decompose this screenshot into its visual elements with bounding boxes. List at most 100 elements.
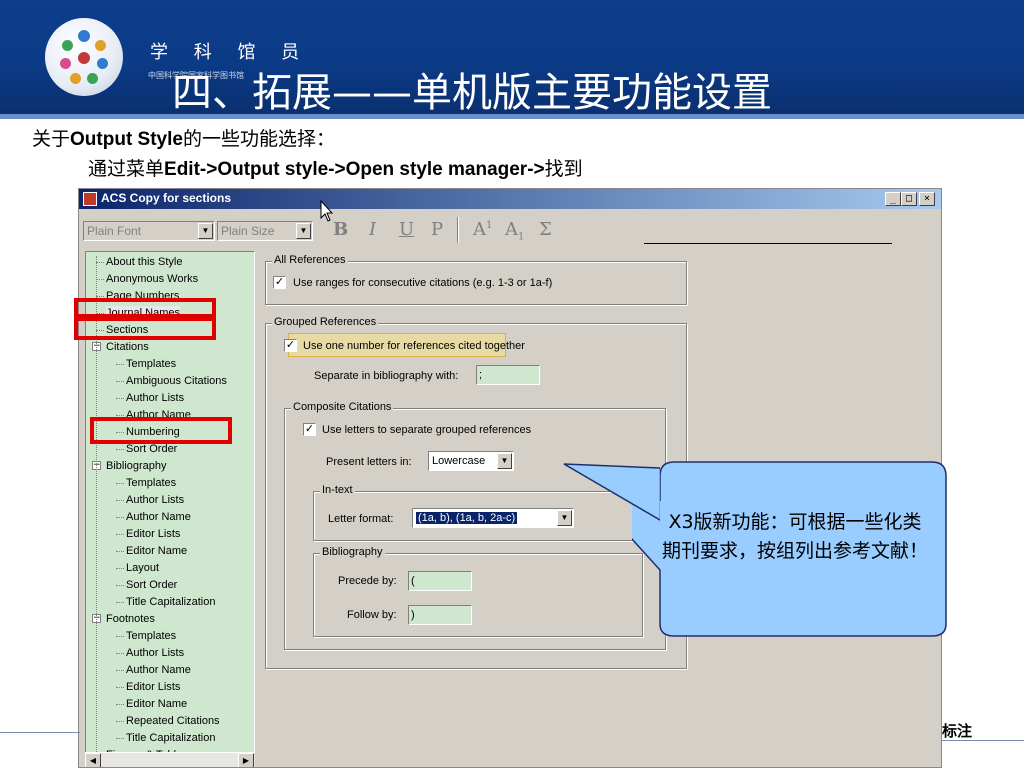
header-stripe — [0, 114, 1024, 119]
italic-button[interactable]: I — [369, 219, 376, 240]
tree-item[interactable]: Editor Name — [126, 697, 187, 711]
mouse-cursor-icon — [320, 200, 334, 222]
tree-item[interactable]: Author Lists — [126, 391, 184, 405]
intro-line2-suffix: 找到 — [544, 158, 583, 180]
tree-connector — [116, 551, 124, 552]
tree-connector — [116, 449, 124, 450]
separate-field[interactable]: ; — [476, 365, 540, 385]
minimize-button[interactable]: _ — [885, 192, 901, 206]
tree-item[interactable]: Editor Lists — [126, 680, 180, 694]
format-toolbar: Plain Font ▼ Plain Size ▼ B I U P A1 A1 … — [79, 211, 941, 245]
tree-item[interactable]: Author Name — [126, 663, 191, 677]
tree-item[interactable]: Editor Lists — [126, 527, 180, 541]
tree-connector — [116, 721, 124, 722]
tree-item[interactable]: Title Capitalization — [126, 731, 215, 745]
subscript-mark: 1 — [518, 231, 525, 243]
tree-connector — [116, 585, 124, 586]
chevron-down-icon[interactable]: ▼ — [497, 453, 512, 469]
letters-label: Use letters to separate grouped referenc… — [322, 424, 532, 436]
tree-item[interactable]: About this Style — [106, 255, 182, 269]
footer-line-left — [0, 732, 80, 733]
precede-field[interactable]: ( — [408, 571, 472, 591]
size-combo[interactable]: Plain Size ▼ — [217, 221, 313, 241]
tree-connector — [116, 517, 124, 518]
bibliography-affix-group: Bibliography Precede by: ( Follow by: ) — [313, 546, 643, 637]
present-letters-value: Lowercase — [432, 455, 486, 467]
tree-horizontal-scrollbar[interactable]: ◀ ▶ — [85, 752, 255, 767]
ranges-label: Use ranges for consecutive citations (e.… — [293, 277, 553, 289]
precede-label: Precede by: — [338, 575, 397, 587]
tree-item[interactable]: Sort Order — [126, 578, 177, 592]
footer-text: 标注 — [942, 722, 973, 740]
follow-label: Follow by: — [347, 609, 397, 621]
intro-line2-prefix: 通过菜单 — [88, 158, 165, 180]
tree-connector — [116, 670, 124, 671]
ranges-checkbox[interactable]: ✓ — [273, 276, 286, 289]
tree-item[interactable]: Citations — [106, 340, 149, 354]
scroll-right-icon[interactable]: ▶ — [238, 753, 254, 767]
follow-field[interactable]: ) — [408, 605, 472, 625]
window-title: ACS Copy for sections — [101, 191, 232, 205]
present-letters-label: Present letters in: — [326, 456, 412, 468]
maximize-button[interactable]: □ — [901, 192, 917, 206]
tree-item[interactable]: Footnotes — [106, 612, 155, 626]
symbol-button[interactable]: Σ — [539, 219, 552, 240]
tree-connector — [116, 602, 124, 603]
letter-format-dropdown[interactable]: (1a, b), (1a, b, 2a-c) ▼ — [412, 508, 574, 528]
tree-item[interactable]: Editor Name — [126, 544, 187, 558]
tree-connector — [116, 738, 124, 739]
superscript-button[interactable]: A1 — [473, 219, 492, 240]
tree-connector — [116, 415, 124, 416]
one-number-label: Use one number for references cited toge… — [303, 340, 525, 352]
tree-item[interactable]: Repeated Citations — [126, 714, 220, 728]
tree-item[interactable]: Author Name — [126, 510, 191, 524]
close-button[interactable]: × — [919, 192, 935, 206]
font-combo[interactable]: Plain Font ▼ — [83, 221, 215, 241]
tree-item[interactable]: Templates — [126, 476, 176, 490]
tree-item[interactable]: Templates — [126, 629, 176, 643]
tree-item[interactable]: Layout — [126, 561, 159, 575]
tree-connector — [116, 398, 124, 399]
tree-item[interactable]: Author Lists — [126, 493, 184, 507]
app-icon — [83, 192, 97, 206]
font-combo-value: Plain Font — [87, 224, 142, 238]
all-references-legend: All References — [272, 254, 348, 266]
tree-connector — [116, 704, 124, 705]
letter-format-label: Letter format: — [328, 513, 394, 525]
superscript-letter: A — [473, 219, 486, 240]
composite-citations-legend: Composite Citations — [291, 401, 394, 413]
tree-connector — [116, 636, 124, 637]
plain-button[interactable]: P — [431, 219, 443, 240]
window-titlebar[interactable]: ACS Copy for sections _ □ × — [79, 189, 941, 209]
subscript-button[interactable]: A1 — [505, 219, 524, 243]
letter-format-value: (1a, b), (1a, b, 2a-c) — [416, 512, 518, 524]
toolbar-underline — [644, 243, 892, 244]
chevron-down-icon[interactable]: ▼ — [198, 223, 213, 239]
tree-item[interactable]: Anonymous Works — [106, 272, 198, 286]
scroll-left-icon[interactable]: ◀ — [85, 753, 101, 767]
all-references-group: All References ✓ Use ranges for consecut… — [265, 254, 687, 305]
tree-connector — [96, 279, 104, 280]
tree-connector — [116, 568, 124, 569]
underline-button[interactable]: U — [399, 219, 414, 240]
chevron-down-icon[interactable]: ▼ — [296, 223, 311, 239]
intro-line1-prefix: 关于 — [32, 128, 71, 150]
tree-item[interactable]: Author Lists — [126, 646, 184, 660]
numbering-red-box — [90, 417, 232, 444]
tree-item[interactable]: Bibliography — [106, 459, 167, 473]
one-number-checkbox[interactable]: ✓ — [284, 339, 297, 352]
tree-item[interactable]: Sort Order — [126, 442, 177, 456]
tree-connector — [116, 687, 124, 688]
present-letters-dropdown[interactable]: Lowercase ▼ — [428, 451, 514, 471]
letters-checkbox[interactable]: ✓ — [303, 423, 316, 436]
grouped-references-legend: Grouped References — [272, 316, 379, 328]
journal-names-red-box — [74, 298, 216, 318]
tree-item[interactable]: Title Capitalization — [126, 595, 215, 609]
tree-connector — [96, 262, 104, 263]
in-text-legend: In-text — [320, 484, 355, 496]
tree-item[interactable]: Ambiguous Citations — [126, 374, 227, 388]
tree-connector — [116, 534, 124, 535]
tree-item[interactable]: Templates — [126, 357, 176, 371]
tree-connector — [96, 296, 104, 297]
intro-line1-suffix: 的一些功能选择： — [182, 128, 335, 150]
